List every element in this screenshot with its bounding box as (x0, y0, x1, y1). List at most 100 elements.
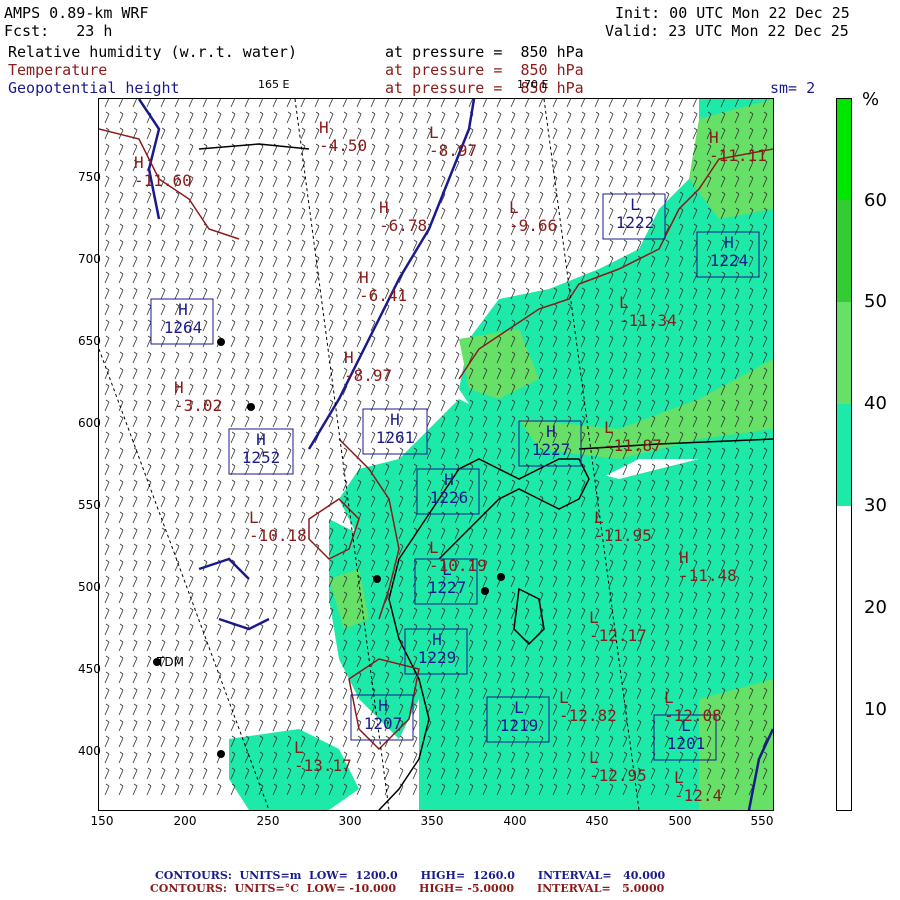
wind-barb-flag (175, 223, 180, 227)
wind-barb-flag (343, 703, 348, 707)
wind-barb-flag (287, 479, 292, 483)
y-tick-label: 750 (78, 170, 101, 184)
wind-barb (510, 177, 516, 188)
wind-barb-flag (147, 383, 152, 387)
wind-barb-flag (539, 127, 544, 131)
wind-barb-flag (525, 127, 530, 131)
wind-barb (678, 113, 684, 124)
wind-barb (160, 497, 166, 508)
wind-barb-flag (315, 303, 320, 307)
wind-barb-flag (441, 319, 446, 323)
wind-barb-flag (357, 463, 362, 467)
wind-barb (118, 193, 124, 204)
wind-barb (202, 113, 208, 124)
wind-barb-flag (175, 127, 180, 131)
wind-barb-flag (133, 351, 138, 355)
wind-barb (314, 721, 320, 732)
wind-barb (118, 737, 124, 748)
wind-barb-flag (175, 479, 180, 483)
wind-barb-flag (217, 447, 222, 451)
wind-barb-flag (189, 767, 194, 771)
wind-barb (538, 129, 544, 140)
wind-barb (482, 177, 488, 188)
wind-barb-flag (245, 383, 250, 387)
wind-barb (188, 753, 194, 764)
wind-barb-flag (315, 447, 320, 451)
wind-barb (160, 465, 166, 476)
wind-barb-flag (189, 607, 194, 611)
wind-barb-flag (497, 159, 502, 163)
wind-barb (370, 99, 375, 108)
wind-barb-flag (357, 415, 362, 419)
wind-barb (202, 353, 208, 364)
wind-barb-flag (119, 143, 124, 147)
wind-barb-flag (357, 399, 362, 403)
wind-barb-flag (203, 479, 208, 483)
wind-barb (272, 161, 278, 172)
wind-barb-flag (189, 287, 194, 291)
wind-barb (496, 145, 502, 156)
wind-barb-flag (259, 287, 264, 291)
wind-barb (216, 657, 222, 668)
wind-barb-flag (315, 111, 320, 115)
wind-barb-flag (147, 367, 152, 371)
wind-barb-flag (119, 591, 124, 595)
wind-barb-flag (385, 335, 390, 339)
wind-barb (202, 433, 208, 444)
wind-barb-flag (203, 463, 208, 467)
wind-barb-flag (105, 783, 110, 787)
wind-barb-flag (399, 367, 404, 371)
wind-barb (146, 769, 152, 780)
wind-barb (496, 99, 501, 108)
temperature-label-value: -9.66 (509, 216, 558, 235)
wind-barb (468, 161, 474, 172)
wind-barb (426, 161, 432, 172)
wind-barb (678, 145, 684, 156)
temperature-label-type: L (294, 738, 304, 757)
height-label-type: H (444, 470, 454, 489)
wind-barb (314, 449, 320, 460)
wind-barb-flag (175, 623, 180, 627)
wind-barb (118, 641, 124, 652)
wind-barb-flag (147, 767, 152, 771)
wind-barb-flag (245, 319, 250, 323)
wind-barb-flag (189, 367, 194, 371)
wind-barb-flag (567, 271, 572, 275)
wind-barb-flag (329, 511, 334, 515)
wind-barb (258, 561, 264, 572)
wind-barb (370, 385, 376, 396)
wind-barb-flag (483, 143, 488, 147)
wind-barb (440, 321, 446, 332)
wind-barb (678, 129, 684, 140)
wind-barb (510, 129, 516, 140)
wind-barb-flag (441, 271, 446, 275)
wind-barb-flag (287, 575, 292, 579)
wind-barb (496, 225, 502, 236)
wind-barb (468, 321, 474, 332)
wind-barb-flag (287, 303, 292, 307)
wind-barb-flag (343, 207, 348, 211)
wind-barb (132, 769, 138, 780)
wind-barb-flag (147, 671, 152, 675)
wind-barb (342, 417, 348, 428)
wind-barb (258, 321, 264, 332)
wind-barb-flag (105, 287, 110, 291)
wind-barb (160, 129, 166, 140)
temperature-label-value: -10.18 (249, 526, 307, 545)
wind-barb-flag (133, 591, 138, 595)
wind-barb (384, 257, 390, 268)
height-label: L 1222 (615, 196, 655, 232)
wind-barb (230, 689, 236, 700)
wind-barb-flag (231, 463, 236, 467)
wind-barb (174, 737, 180, 748)
wind-barb (300, 273, 306, 284)
wind-barb-flag (455, 383, 460, 387)
wind-barb-flag (273, 687, 278, 691)
wind-barb-flag (455, 287, 460, 291)
wind-barb (496, 209, 502, 220)
wind-barb (188, 257, 194, 268)
wind-barb-flag (273, 671, 278, 675)
wind-barb (384, 113, 390, 124)
wind-barb-flag (469, 239, 474, 243)
station-label-tdm: TDM (157, 655, 184, 669)
